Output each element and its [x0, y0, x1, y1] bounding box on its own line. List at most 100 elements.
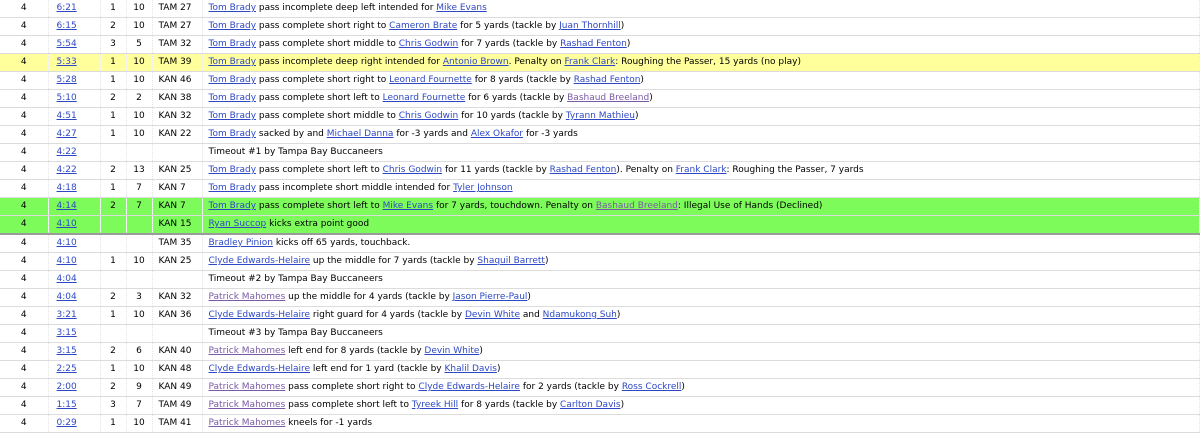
togo-cell — [126, 215, 153, 235]
time-cell: 5:33 — [48, 53, 101, 72]
time-link[interactable]: 4:22 — [57, 165, 77, 175]
detail-text: ) — [527, 292, 531, 302]
player-link[interactable]: Tyler Johnson — [453, 183, 513, 193]
down-cell: 1 — [100, 125, 127, 144]
player-link[interactable]: Rashad Fenton — [550, 165, 617, 175]
player-link[interactable]: Chris Godwin — [383, 165, 443, 175]
player-link[interactable]: Tom Brady — [209, 111, 257, 121]
time-link[interactable]: 4:22 — [57, 147, 77, 157]
down-cell: 1 — [100, 306, 127, 325]
player-link[interactable]: Tyreek Hill — [412, 400, 458, 410]
player-link[interactable]: Devin White — [424, 346, 479, 356]
quarter-cell: 4 — [0, 342, 49, 361]
time-link[interactable]: 3:15 — [57, 328, 77, 338]
player-link[interactable]: Ndamukong Suh — [543, 310, 617, 320]
togo-cell — [126, 270, 153, 289]
time-link[interactable]: 4:10 — [57, 219, 77, 229]
time-link[interactable]: 4:10 — [57, 238, 77, 248]
player-link[interactable]: Devin White — [465, 310, 520, 320]
player-link[interactable]: Patrick Mahomes — [209, 400, 286, 410]
player-link[interactable]: Frank Clark — [676, 165, 727, 175]
time-link[interactable]: 4:10 — [57, 256, 77, 266]
time-link[interactable]: 5:33 — [57, 57, 77, 67]
player-link[interactable]: Clyde Edwards-Helaire — [209, 364, 311, 374]
player-link[interactable]: Khalil Davis — [444, 364, 496, 374]
player-link[interactable]: Tom Brady — [209, 183, 257, 193]
player-link[interactable]: Cameron Brate — [389, 21, 457, 31]
player-link[interactable]: Tom Brady — [209, 165, 257, 175]
player-link[interactable]: Leonard Fournette — [383, 93, 466, 103]
time-link[interactable]: 6:15 — [57, 21, 77, 31]
player-link[interactable]: Clyde Edwards-Helaire — [209, 310, 311, 320]
time-link[interactable]: 4:04 — [57, 274, 77, 284]
player-link[interactable]: Ryan Succop — [209, 219, 267, 229]
time-link[interactable]: 4:14 — [57, 201, 77, 211]
togo-cell: 10 — [126, 360, 153, 379]
player-link[interactable]: Bashaud Breeland — [567, 93, 649, 103]
time-cell: 3:15 — [48, 342, 101, 361]
player-link[interactable]: Jason Pierre-Paul — [453, 292, 528, 302]
player-link[interactable]: Tom Brady — [209, 129, 257, 139]
player-link[interactable]: Patrick Mahomes — [209, 346, 286, 356]
player-link[interactable]: Tyrann Mathieu — [566, 111, 635, 121]
togo-cell: 10 — [126, 17, 153, 36]
player-link[interactable]: Tom Brady — [209, 21, 257, 31]
togo-cell: 10 — [126, 107, 153, 126]
player-link[interactable]: Leonard Fournette — [389, 75, 472, 85]
time-link[interactable]: 4:18 — [57, 183, 77, 193]
player-link[interactable]: Clyde Edwards-Helaire — [418, 382, 520, 392]
player-link[interactable]: Frank Clark — [564, 57, 615, 67]
time-link[interactable]: 3:21 — [57, 310, 77, 320]
quarter-cell: 4 — [0, 270, 49, 289]
player-link[interactable]: Mike Evans — [436, 3, 486, 13]
player-link[interactable]: Tom Brady — [209, 57, 257, 67]
detail-cell: Tom Brady pass complete short middle to … — [202, 35, 1200, 54]
player-link[interactable]: Juan Thornhill — [559, 21, 621, 31]
player-link[interactable]: Chris Godwin — [399, 111, 459, 121]
player-link[interactable]: Rashad Fenton — [574, 75, 641, 85]
player-link[interactable]: Patrick Mahomes — [209, 292, 286, 302]
time-link[interactable]: 4:04 — [57, 292, 77, 302]
player-link[interactable]: Chris Godwin — [399, 39, 459, 49]
player-link[interactable]: Antonio Brown — [443, 57, 509, 67]
time-link[interactable]: 2:25 — [57, 364, 77, 374]
time-link[interactable]: 4:27 — [57, 129, 77, 139]
player-link[interactable]: Bradley Pinion — [209, 238, 273, 248]
time-link[interactable]: 2:00 — [57, 382, 77, 392]
player-link[interactable]: Tom Brady — [209, 93, 257, 103]
player-link[interactable]: Tom Brady — [209, 201, 257, 211]
time-link[interactable]: 5:28 — [57, 75, 77, 85]
player-link[interactable]: Bashaud Breeland — [596, 201, 678, 211]
detail-text: ) — [544, 256, 549, 266]
down-cell — [100, 234, 127, 253]
play-by-play-table: 4 6:21 1 10 TAM 27 Tom Brady pass incomplete … — [0, 0, 1200, 433]
time-link[interactable]: 5:54 — [57, 39, 77, 49]
player-link[interactable]: Alex Okafor — [471, 129, 523, 139]
time-link[interactable]: 6:21 — [57, 3, 77, 13]
player-link[interactable]: Tom Brady — [209, 75, 257, 85]
player-link[interactable]: Michael Danna — [327, 129, 394, 139]
player-link[interactable]: Tom Brady — [209, 39, 257, 49]
detail-text: for 5 yards (tackle by — [457, 21, 560, 31]
quarter-cell: 4 — [0, 234, 49, 253]
player-link[interactable]: Rashad Fenton — [560, 39, 627, 49]
player-link[interactable]: Mike Evans — [383, 201, 433, 211]
player-link[interactable]: Tom Brady — [209, 3, 257, 13]
player-link[interactable]: Ross Cockrell — [622, 382, 682, 392]
time-cell: 4:27 — [48, 125, 101, 144]
time-link[interactable]: 1:15 — [57, 400, 77, 410]
time-link[interactable]: 4:51 — [57, 111, 77, 121]
time-link[interactable]: 3:15 — [57, 346, 77, 356]
table-row: 4 3:15 2 6 KAN 40 Patrick Mahomes left end fo… — [0, 342, 1200, 361]
player-link[interactable]: Patrick Mahomes — [209, 418, 286, 428]
time-link[interactable]: 0:29 — [57, 418, 77, 428]
time-cell: 4:10 — [48, 252, 101, 271]
table-row: 4 1:15 3 7 TAM 49 Patrick Mahomes pass comple… — [0, 396, 1200, 415]
time-link[interactable]: 5:10 — [57, 93, 77, 103]
down-cell: 1 — [100, 252, 127, 271]
player-link[interactable]: Carlton Davis — [560, 400, 621, 410]
player-link[interactable]: Patrick Mahomes — [209, 382, 286, 392]
player-link[interactable]: Shaquil Barrett — [477, 256, 545, 266]
player-link[interactable]: Clyde Edwards-Helaire — [209, 256, 311, 266]
togo-cell: 10 — [126, 306, 153, 325]
